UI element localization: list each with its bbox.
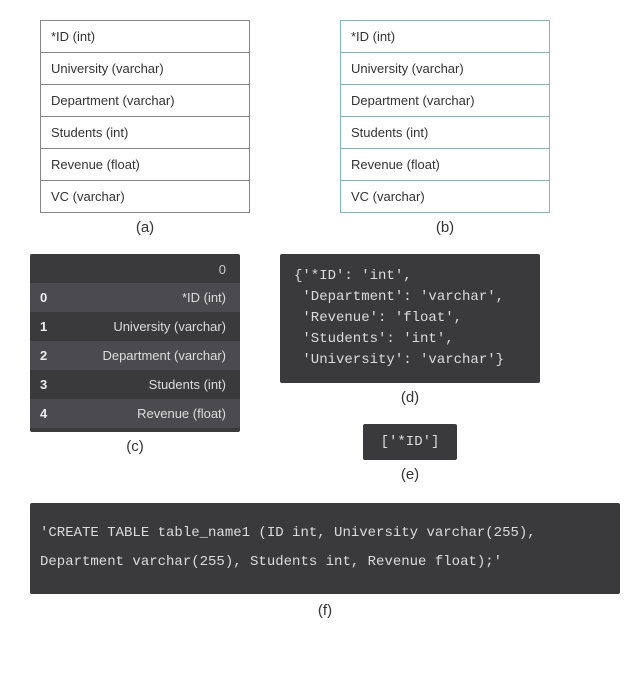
panel-f-caption: (f) <box>30 602 620 619</box>
schema-cell: VC (varchar) <box>41 181 249 212</box>
schema-cell: *ID (int) <box>41 21 249 53</box>
schema-cell: Department (varchar) <box>41 85 249 117</box>
table-row: 4 Revenue (float) <box>30 399 240 428</box>
schema-cell: University (varchar) <box>341 53 549 85</box>
row-index: 4 <box>40 406 60 421</box>
row-value: Revenue (float) <box>60 406 226 421</box>
panel-b-table: *ID (int) University (varchar) Departmen… <box>340 20 550 213</box>
panel-d-dict: {'*ID': 'int', 'Department': 'varchar', … <box>280 254 540 383</box>
table-row: 2 Department (varchar) <box>30 341 240 370</box>
panel-d-caption: (d) <box>401 389 419 406</box>
row-value: Students (int) <box>60 377 226 392</box>
middle-row: 0 0 *ID (int) 1 University (varchar) 2 D… <box>30 254 620 483</box>
panel-c-wrap: 0 0 *ID (int) 1 University (varchar) 2 D… <box>30 254 240 483</box>
table-row: 3 Students (int) <box>30 370 240 399</box>
schema-cell: Revenue (float) <box>341 149 549 181</box>
schema-cell: VC (varchar) <box>341 181 549 212</box>
schema-cell: Students (int) <box>341 117 549 149</box>
table-row: 1 University (varchar) <box>30 312 240 341</box>
row-value: *ID (int) <box>60 290 226 305</box>
panel-a-wrap: *ID (int) University (varchar) Departmen… <box>40 20 250 236</box>
row-index: 3 <box>40 377 60 392</box>
row-value: Department (varchar) <box>60 348 226 363</box>
row-index: 2 <box>40 348 60 363</box>
schema-cell: University (varchar) <box>41 53 249 85</box>
panel-a-table: *ID (int) University (varchar) Departmen… <box>40 20 250 213</box>
panel-f-sql: 'CREATE TABLE table_name1 (ID int, Unive… <box>30 503 620 594</box>
row-index: 1 <box>40 319 60 334</box>
table-row: 0 *ID (int) <box>30 283 240 312</box>
schema-cell: Department (varchar) <box>341 85 549 117</box>
panel-c-header: 0 <box>30 258 240 283</box>
row-index: 0 <box>40 290 60 305</box>
bottom-row: 'CREATE TABLE table_name1 (ID int, Unive… <box>30 503 620 619</box>
panel-c-caption: (c) <box>30 438 240 455</box>
panel-a-caption: (a) <box>40 219 250 236</box>
top-row: *ID (int) University (varchar) Departmen… <box>40 20 620 236</box>
schema-cell: *ID (int) <box>341 21 549 53</box>
schema-cell: Students (int) <box>41 117 249 149</box>
panel-b-caption: (b) <box>340 219 550 236</box>
row-value: University (varchar) <box>60 319 226 334</box>
schema-cell: Revenue (float) <box>41 149 249 181</box>
panel-de-column: {'*ID': 'int', 'Department': 'varchar', … <box>280 254 540 483</box>
panel-e-caption: (e) <box>401 466 419 483</box>
panel-b-wrap: *ID (int) University (varchar) Departmen… <box>340 20 550 236</box>
panel-c-table: 0 0 *ID (int) 1 University (varchar) 2 D… <box>30 254 240 432</box>
panel-e-list: ['*ID'] <box>363 424 458 460</box>
